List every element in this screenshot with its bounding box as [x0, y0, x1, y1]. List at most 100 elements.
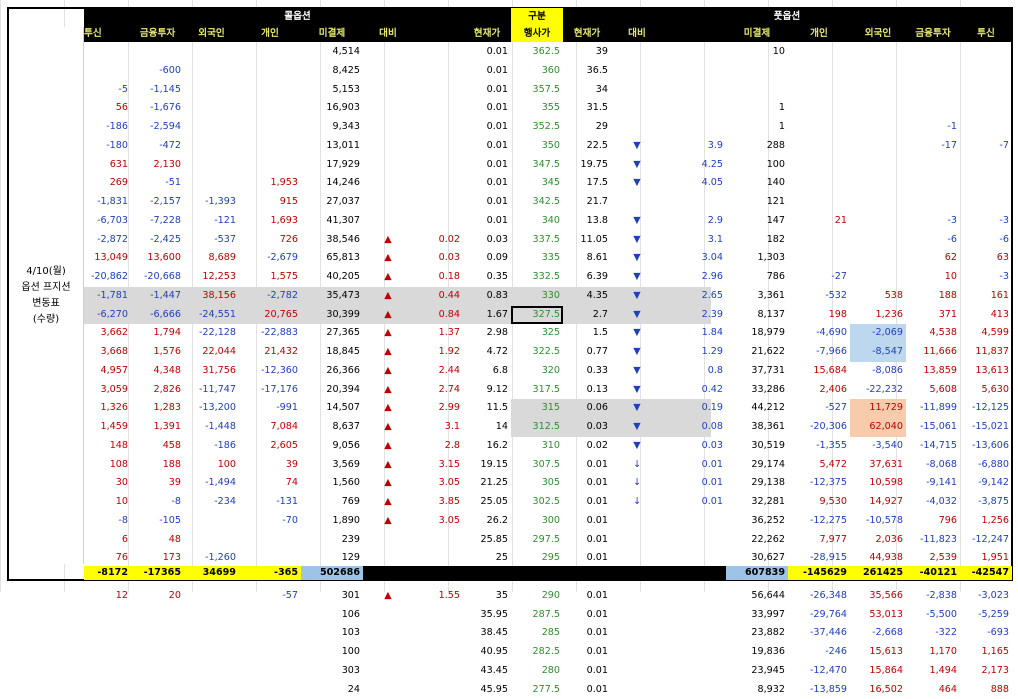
table-cell: -1	[906, 118, 960, 137]
table-cell: 8,637	[301, 418, 363, 437]
table-cell: 29	[563, 118, 611, 137]
table-cell: 2,130	[131, 156, 184, 175]
table-cell	[611, 118, 663, 137]
table-cell: -20,306	[788, 418, 850, 437]
table-cell: 21.7	[563, 193, 611, 212]
table-cell	[363, 606, 413, 625]
table-cell: 305	[511, 474, 563, 493]
table-cell: -2,157	[131, 193, 184, 212]
table-cell	[184, 99, 239, 118]
table-cell: 13.8	[563, 212, 611, 231]
table-cell: -2,838	[906, 587, 960, 606]
table-cell: 0.01	[463, 174, 511, 193]
table-cell: -13,200	[184, 399, 239, 418]
column-header: 금융투자	[131, 25, 184, 42]
table-cell: 315	[511, 399, 563, 418]
spreadsheet: 4/10(월) 옵션 프지션 변동표 (수량) 콜옵션구분풋옵션투신금융투자외국…	[0, 0, 1018, 592]
table-cell	[663, 512, 726, 531]
column-header: 투신	[960, 25, 1012, 42]
table-cell: 8,425	[301, 62, 363, 81]
table-cell	[663, 531, 726, 550]
table-cell: 16,502	[850, 681, 906, 699]
table-cell	[611, 99, 663, 118]
table-cell: 350	[511, 137, 563, 156]
table-cell: 0.03	[563, 418, 611, 437]
table-cell: 332.5	[511, 268, 563, 287]
table-cell: 13,049	[84, 249, 131, 268]
column-header: 개인	[788, 25, 850, 42]
column-header: 미결제	[301, 25, 363, 42]
table-cell	[363, 137, 413, 156]
table-cell: 631	[84, 156, 131, 175]
table-cell: ▼	[611, 306, 663, 325]
table-cell: ▼	[611, 381, 663, 400]
table-cell	[239, 137, 301, 156]
table-cell: 26,366	[301, 362, 363, 381]
table-cell: -105	[131, 512, 184, 531]
table-cell: 330	[511, 287, 563, 306]
table-cell: 16.2	[463, 437, 511, 456]
table-cell	[611, 81, 663, 100]
table-cell: 277.5	[511, 681, 563, 699]
table-cell	[413, 118, 463, 137]
table-cell: ▼	[611, 174, 663, 193]
table-cell: -246	[788, 643, 850, 662]
table-cell	[413, 531, 463, 550]
table-cell: 108	[84, 456, 131, 475]
table-cell: 5,608	[906, 381, 960, 400]
table-cell: 342.5	[511, 193, 563, 212]
table-cell: ▼	[611, 156, 663, 175]
table-cell: 3,361	[726, 287, 788, 306]
table-cell: 18,845	[301, 343, 363, 362]
table-cell: -186	[84, 118, 131, 137]
table-cell: 4,348	[131, 362, 184, 381]
table-cell: ▼	[611, 324, 663, 343]
table-cell: 2.74	[413, 381, 463, 400]
table-cell: ↓	[611, 456, 663, 475]
table-cell: 9,056	[301, 437, 363, 456]
table-cell: 14,507	[301, 399, 363, 418]
table-cell: 1.29	[663, 343, 726, 362]
table-cell: -7,966	[788, 343, 850, 362]
table-cell: 10	[84, 493, 131, 512]
side-label-line: 변동표	[21, 296, 70, 312]
table-cell: 312.5	[511, 418, 563, 437]
table-cell	[363, 193, 413, 212]
table-cell: -24,551	[184, 306, 239, 325]
table-cell	[663, 681, 726, 699]
table-cell: 15,613	[850, 643, 906, 662]
table-cell	[184, 531, 239, 550]
table-cell: 43.45	[463, 662, 511, 681]
table-cell: 1,953	[239, 174, 301, 193]
table-cell: 188	[906, 287, 960, 306]
table-cell: 37,731	[726, 362, 788, 381]
column-header	[663, 25, 726, 42]
table-cell: 2,406	[788, 381, 850, 400]
table-cell	[363, 643, 413, 662]
column-header: 외국인	[184, 25, 239, 42]
table-cell	[184, 681, 239, 699]
table-cell: 1.55	[413, 587, 463, 606]
table-cell	[413, 99, 463, 118]
table-cell	[363, 81, 413, 100]
table-cell	[184, 156, 239, 175]
table-cell: 458	[131, 437, 184, 456]
table-cell: 345	[511, 174, 563, 193]
table-cell: -11,899	[906, 399, 960, 418]
table-cell: 11,837	[960, 343, 1012, 362]
table-cell: 36,252	[726, 512, 788, 531]
table-cell: 0.13	[563, 381, 611, 400]
table-cell: -322	[906, 624, 960, 643]
table-cell	[611, 681, 663, 699]
table-cell	[413, 174, 463, 193]
table-cell: 182	[726, 231, 788, 250]
column-header: 미결제	[726, 25, 788, 42]
table-cell	[184, 606, 239, 625]
table-cell: 726	[239, 231, 301, 250]
table-cell	[363, 99, 413, 118]
table-cell: -8,547	[850, 343, 906, 362]
table-cell: -180	[84, 137, 131, 156]
table-cell: 31,756	[184, 362, 239, 381]
table-cell: 103	[301, 624, 363, 643]
table-cell: 2.7	[563, 306, 611, 325]
